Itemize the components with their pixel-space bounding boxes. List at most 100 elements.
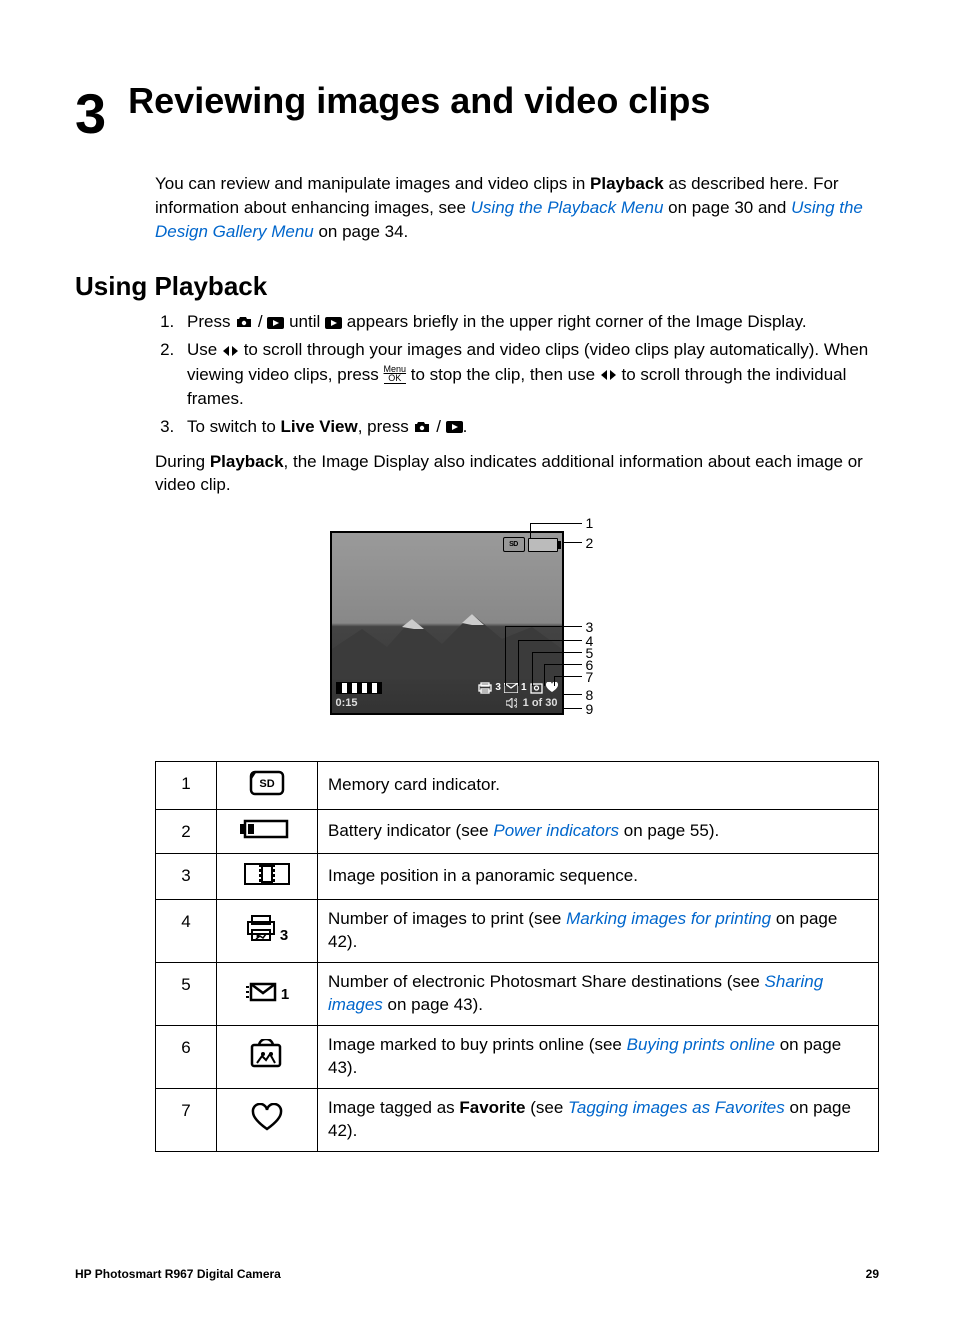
- steps-list: Press / until appears briefly in the upp…: [155, 310, 879, 439]
- table-row: 7 Image tagged as Favorite (see Tagging i…: [156, 1088, 879, 1151]
- panorama-icon: [217, 854, 318, 900]
- step-1: Press / until appears briefly in the upp…: [179, 310, 879, 335]
- text: Image tagged as: [328, 1098, 459, 1117]
- section-heading: Using Playback: [75, 271, 879, 302]
- svg-text:1: 1: [281, 986, 289, 1003]
- text: To switch to: [187, 417, 281, 436]
- text: Number of electronic Photosmart Share de…: [328, 972, 765, 991]
- menu-ok-icon: MenuOK: [384, 365, 407, 384]
- footer-left: HP Photosmart R967 Digital Camera: [75, 1267, 281, 1281]
- text: During: [155, 452, 210, 471]
- overlay-print-icon: [478, 682, 492, 694]
- share1-icon: 1: [217, 963, 318, 1026]
- text: on page 30 and: [663, 198, 791, 217]
- print3-icon: 3: [217, 900, 318, 963]
- table-row: 3 Image position in a panoramic sequence.: [156, 854, 879, 900]
- footer: HP Photosmart R967 Digital Camera 29: [75, 1267, 879, 1281]
- link[interactable]: Tagging images as Favorites: [568, 1098, 785, 1117]
- row-description: Memory card indicator.: [318, 762, 879, 810]
- link[interactable]: Power indicators: [493, 821, 619, 840]
- row-number: 7: [156, 1088, 217, 1151]
- row-number: 3: [156, 854, 217, 900]
- playback-bold: Playback: [590, 174, 664, 193]
- row-number: 1: [156, 762, 217, 810]
- step-3: To switch to Live View, press / .: [179, 415, 879, 440]
- playback-icon: [267, 317, 284, 329]
- buy-icon: [217, 1025, 318, 1088]
- table-row: 1 SD Memory card indicator.: [156, 762, 879, 810]
- text: Image marked to buy prints online (see: [328, 1035, 627, 1054]
- overlay-filmstrip-icon: [336, 682, 382, 694]
- bold-text: Favorite: [459, 1098, 525, 1117]
- chapter-number: 3: [75, 80, 106, 142]
- text: Use: [187, 340, 222, 359]
- during-paragraph: During Playback, the Image Display also …: [155, 450, 879, 498]
- row-number: 5: [156, 963, 217, 1026]
- table-row: 2 Battery indicator (see Power indicators…: [156, 810, 879, 854]
- overlay-print-count: 3: [495, 682, 501, 693]
- text: on page 34.: [314, 222, 409, 241]
- text: appears briefly in the upper right corne…: [342, 312, 807, 331]
- overlay-battery-icon: [528, 538, 558, 552]
- row-number: 4: [156, 900, 217, 963]
- battery-icon: [217, 810, 318, 854]
- row-description: Image position in a panoramic sequence.: [318, 854, 879, 900]
- figure: SD 3 1 0:15 1 of 30 1: [75, 521, 879, 731]
- heart-icon: [217, 1088, 318, 1151]
- overlay-timer: 0:15: [336, 697, 358, 709]
- link-playback-menu[interactable]: Using the Playback Menu: [471, 198, 664, 217]
- row-number: 2: [156, 810, 217, 854]
- camera-screen: SD 3 1 0:15 1 of 30: [330, 531, 564, 715]
- svg-text:SD: SD: [259, 778, 274, 790]
- playback-bold: Playback: [210, 452, 284, 471]
- callout-1: 1: [586, 515, 594, 531]
- indicator-table: 1 SD Memory card indicator. 2 Battery indica…: [155, 761, 879, 1152]
- playback-icon: [325, 317, 342, 329]
- row-description: Image marked to buy prints online (see B…: [318, 1025, 879, 1088]
- overlay-sd-icon: SD: [503, 537, 525, 552]
- camera-icon: [413, 421, 431, 434]
- row-description: Battery indicator (see Power indicators …: [318, 810, 879, 854]
- callout-2: 2: [586, 535, 594, 551]
- intro-paragraph: You can review and manipulate images and…: [155, 172, 879, 243]
- text: Press: [187, 312, 235, 331]
- overlay-share-count: 1: [521, 682, 527, 693]
- text: until: [284, 312, 325, 331]
- link[interactable]: Marking images for printing: [566, 909, 771, 928]
- overlay-position: 1 of 30: [523, 697, 558, 709]
- overlay-share-icon: [504, 683, 518, 693]
- row-number: 6: [156, 1025, 217, 1088]
- callout-7: 7: [586, 669, 594, 685]
- link[interactable]: Buying prints online: [627, 1035, 775, 1054]
- row-description: Number of electronic Photosmart Share de…: [318, 963, 879, 1026]
- camera-icon: [235, 316, 253, 329]
- text: on page 55).: [619, 821, 719, 840]
- table-row: 6 Image marked to buy prints online (see …: [156, 1025, 879, 1088]
- overlay-heart-icon: [546, 682, 558, 693]
- sd-icon: SD: [217, 762, 318, 810]
- arrows-icon: [600, 369, 617, 381]
- chapter-title: Reviewing images and video clips: [128, 80, 710, 121]
- text: on page 43).: [383, 995, 483, 1014]
- live-view-bold: Live View: [281, 417, 358, 436]
- text: Memory card indicator.: [328, 775, 500, 794]
- text: (see: [526, 1098, 569, 1117]
- text: You can review and manipulate images and…: [155, 174, 590, 193]
- text: .: [463, 417, 468, 436]
- table-row: 43Number of images to print (see Marking…: [156, 900, 879, 963]
- text: to stop the clip, then use: [406, 365, 600, 384]
- text: Battery indicator (see: [328, 821, 493, 840]
- callout-9: 9: [586, 701, 594, 717]
- footer-page-number: 29: [866, 1267, 879, 1281]
- row-description: Image tagged as Favorite (see Tagging im…: [318, 1088, 879, 1151]
- text: Image position in a panoramic sequence.: [328, 866, 638, 885]
- step-2: Use to scroll through your images and vi…: [179, 338, 879, 412]
- mountain-illustration: [332, 599, 562, 679]
- text: , press: [358, 417, 414, 436]
- row-description: Number of images to print (see Marking i…: [318, 900, 879, 963]
- playback-icon: [446, 421, 463, 433]
- overlay-speaker-icon: [506, 698, 517, 708]
- text: Number of images to print (see: [328, 909, 566, 928]
- arrows-icon: [222, 345, 239, 357]
- table-row: 5 1 Number of electronic Photosmart Share …: [156, 963, 879, 1026]
